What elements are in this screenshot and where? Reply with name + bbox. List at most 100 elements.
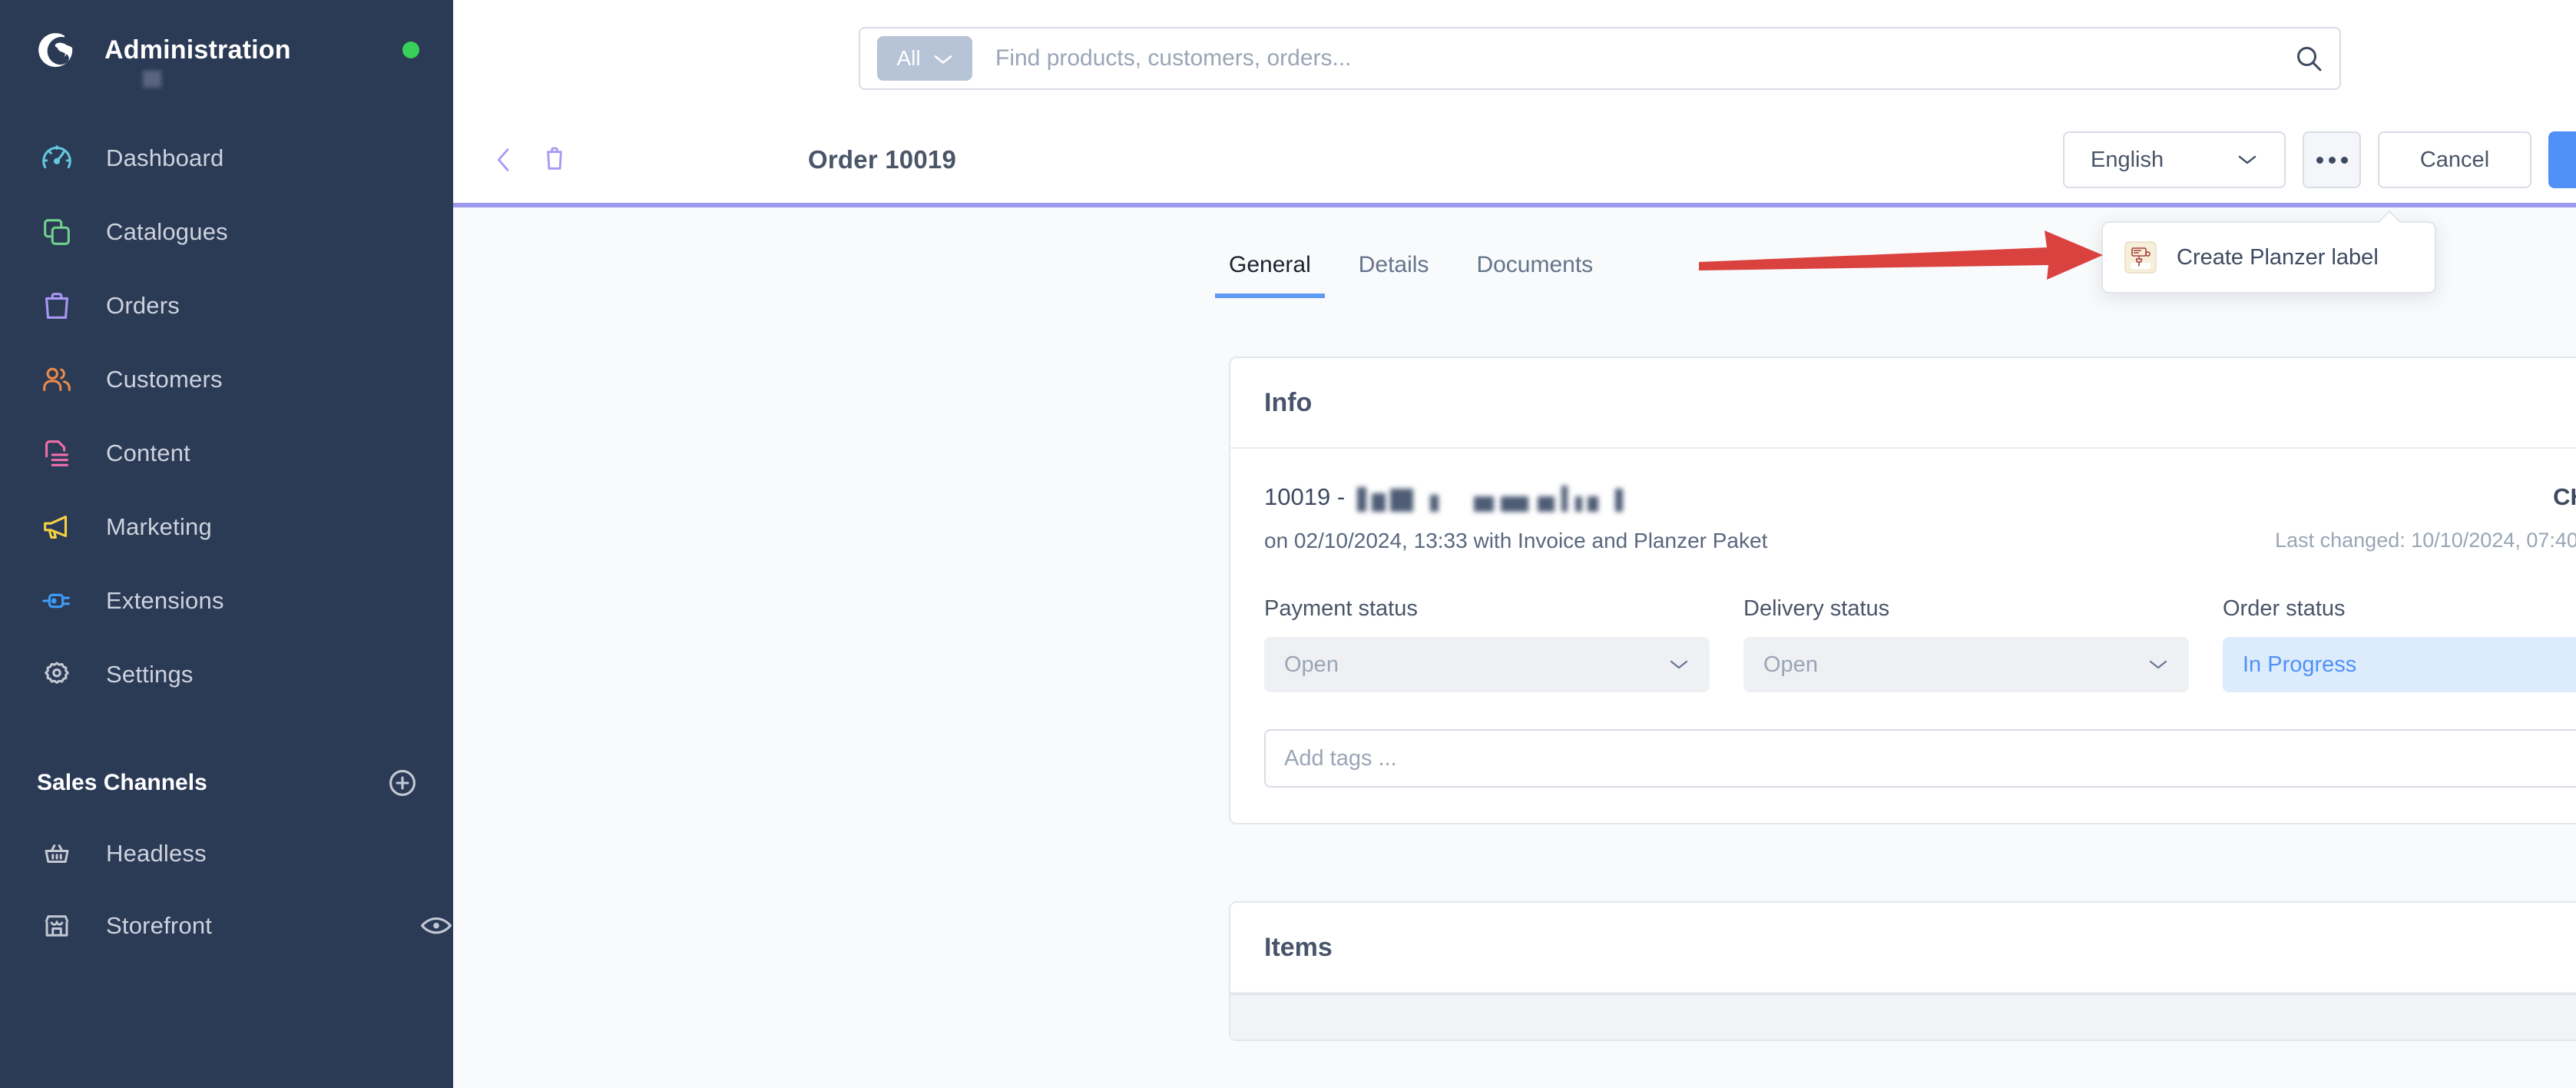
page-title: Order 10019 (808, 145, 956, 174)
items-card-body (1230, 993, 2576, 1040)
sidebar-item-label: Content (106, 440, 190, 467)
smart-bar: Order 10019 English Cancel Save (453, 117, 2576, 207)
language-value: English (2091, 148, 2164, 173)
context-menu: Create Planzer label (2101, 221, 2436, 294)
delivery-status-field: Delivery status Open (1743, 596, 2189, 692)
order-summary-right: CHF 15.00 Last changed: 10/10/2024, 07:4… (2275, 479, 2576, 552)
sidebar-item-content[interactable]: Content (0, 416, 453, 490)
delivery-status-value: Open (1763, 652, 1818, 678)
sidebar-item-label: Customers (106, 366, 223, 393)
settings-icon (37, 655, 77, 695)
search-input[interactable] (995, 45, 2278, 71)
global-topbar: All (453, 0, 2576, 117)
order-total: CHF 15.00 (2275, 479, 2576, 515)
sidebar-item-storefront[interactable]: Storefront (0, 890, 453, 962)
sidebar-item-label: Storefront (106, 912, 212, 940)
payment-status-value: Open (1284, 652, 1339, 678)
ellipsis-icon (2316, 157, 2348, 164)
smart-bar-actions: English Cancel Save (2063, 131, 2576, 188)
sidebar-item-label: Catalogues (106, 218, 228, 246)
info-card-header: Info (1230, 358, 2576, 449)
main-area: All (453, 0, 2576, 1088)
customer-name-redacted (1357, 483, 1623, 512)
connection-status-dot (402, 41, 419, 58)
order-created-line: on 02/10/2024, 13:33 with Invoice and Pl… (1264, 529, 2275, 553)
sidebar-item-label: Settings (106, 661, 194, 688)
context-menu-item-create-planzer-label[interactable]: Create Planzer label (2103, 234, 2435, 281)
store-icon (37, 906, 77, 946)
search-icon[interactable] (2278, 43, 2339, 74)
topbar-actions (2573, 40, 2576, 77)
payment-status-select[interactable]: Open (1264, 637, 1710, 692)
sidebar-item-dashboard[interactable]: Dashboard (0, 121, 453, 195)
tab-details[interactable]: Details (1359, 252, 1429, 298)
content-area: General Details Documents Info 10019 - (453, 207, 2576, 1088)
info-card-body: 10019 - (1230, 449, 2576, 823)
app-title: Administration (104, 35, 291, 65)
sidebar-item-catalogues[interactable]: Catalogues (0, 195, 453, 269)
eye-icon[interactable] (419, 914, 453, 937)
context-menu-button[interactable] (2303, 131, 2361, 188)
language-switcher[interactable]: English (2063, 131, 2286, 188)
tab-general[interactable]: General (1229, 252, 1311, 298)
extensions-icon (37, 581, 77, 621)
tab-documents[interactable]: Documents (1476, 252, 1593, 298)
order-status-select[interactable]: In Progress (2223, 637, 2576, 692)
delivery-status-select[interactable]: Open (1743, 637, 2189, 692)
status-grid: Payment status Open Delivery status (1264, 596, 2576, 692)
username-redacted-2 (143, 71, 161, 88)
sidebar-item-headless[interactable]: Headless (0, 818, 453, 890)
sidebar-item-marketing[interactable]: Marketing (0, 490, 453, 564)
order-number-line: 10019 - (1264, 479, 2275, 515)
order-bag-icon[interactable] (539, 143, 570, 177)
sales-channels-title: Sales Channels (37, 770, 207, 796)
help-circle-icon[interactable] (2573, 40, 2576, 77)
payment-status-field: Payment status Open (1264, 596, 1710, 692)
sidebar-item-label: Dashboard (106, 144, 223, 172)
order-status-label: Order status (2223, 596, 2576, 622)
chevron-down-icon (2147, 658, 2169, 672)
payment-status-label: Payment status (1264, 596, 1710, 622)
plus-circle-icon[interactable] (386, 766, 419, 800)
sales-channels-header: Sales Channels (0, 748, 453, 818)
tags-input[interactable]: Add tags ... (1264, 729, 2576, 788)
order-status-value: In Progress (2243, 652, 2356, 678)
order-summary-left: 10019 - (1264, 479, 2275, 553)
sidebar-item-extensions[interactable]: Extensions (0, 564, 453, 638)
tabs-underline (1229, 295, 2576, 298)
order-status-field: Order status In Progress (2223, 596, 2576, 692)
main-navigation: Dashboard Catalogues Orders (0, 121, 453, 712)
catalogues-icon (37, 212, 77, 252)
cancel-button[interactable]: Cancel (2378, 131, 2531, 188)
shopware-logo-icon (34, 26, 81, 74)
context-menu-item-label: Create Planzer label (2177, 245, 2379, 270)
customers-icon (37, 360, 77, 400)
sidebar-item-label: Extensions (106, 587, 224, 615)
items-card: Items (1229, 901, 2576, 1041)
order-summary-row: 10019 - (1264, 479, 2576, 553)
chevron-down-icon (2237, 148, 2258, 173)
chevron-down-icon (1668, 658, 1690, 672)
marketing-icon (37, 507, 77, 547)
sidebar-item-label: Orders (106, 292, 180, 320)
basket-icon (37, 834, 77, 874)
items-card-title: Items (1264, 933, 1333, 963)
info-card-title: Info (1264, 388, 1312, 418)
search-scope-label: All (896, 46, 920, 71)
sidebar-item-settings[interactable]: Settings (0, 638, 453, 712)
order-last-changed: Last changed: 10/10/2024, 07:40 by admin (2275, 529, 2576, 552)
sidebar-item-orders[interactable]: Orders (0, 269, 453, 343)
tags-placeholder: Add tags ... (1284, 746, 1397, 771)
planzer-label-icon (2124, 241, 2157, 274)
sidebar: Administration Dashboard (0, 0, 453, 1088)
app-root: Administration Dashboard (0, 0, 2576, 1088)
sidebar-item-customers[interactable]: Customers (0, 343, 453, 416)
sidebar-header: Administration (0, 0, 453, 100)
sidebar-item-label: Headless (106, 840, 207, 867)
delivery-status-label: Delivery status (1743, 596, 2189, 622)
chevron-left-icon[interactable] (488, 144, 519, 175)
save-button[interactable]: Save (2548, 131, 2576, 188)
info-card: Info 10019 - (1229, 357, 2576, 824)
search-scope-select[interactable]: All (877, 36, 972, 81)
order-number: 10019 - (1264, 483, 1345, 511)
